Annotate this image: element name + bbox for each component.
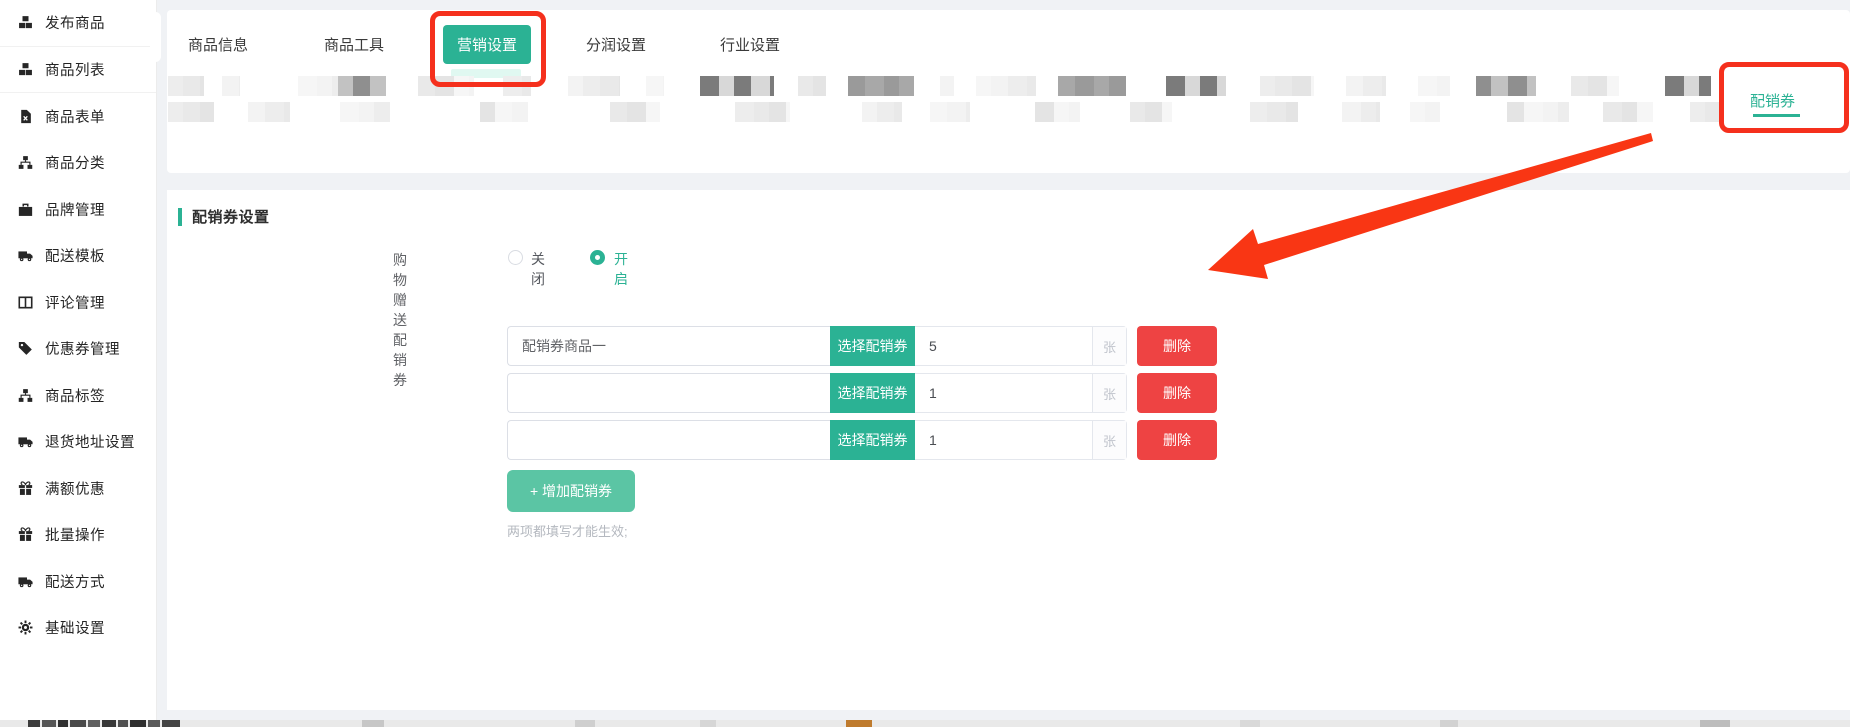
sidebar-item-review-management[interactable]: 评论管理 (0, 279, 156, 326)
tab-product-info[interactable]: 商品信息 (188, 34, 248, 55)
sidebar-item-full-discount[interactable]: 满额优惠 (0, 465, 156, 512)
qty-unit-label: 张 (1092, 327, 1126, 365)
tab-marketing-settings-active[interactable]: 营销设置 (443, 25, 531, 64)
columns-icon (17, 294, 33, 310)
sidebar-item-brand-management[interactable]: 品牌管理 (0, 186, 156, 233)
truck-icon (17, 573, 33, 589)
add-coupon-button[interactable]: + 增加配销券 (507, 470, 635, 512)
cubes-icon (17, 15, 33, 31)
gear-icon (17, 620, 33, 636)
radio-on-label[interactable]: 开启 (614, 249, 628, 289)
gift-icon (17, 480, 33, 496)
coupon-row-1: 选择配销券 张 删除 (507, 326, 1217, 366)
sidebar-item-label: 品牌管理 (45, 199, 105, 220)
sidebar-item-label: 批量操作 (45, 524, 105, 545)
coupon-row-3: 选择配销券 张 删除 (507, 420, 1217, 460)
sidebar-item-delivery-template[interactable]: 配送模板 (0, 233, 156, 280)
coupon-product-input[interactable] (507, 326, 830, 366)
coupon-row-2: 选择配销券 张 删除 (507, 373, 1217, 413)
sidebar-item-return-address[interactable]: 退货地址设置 (0, 419, 156, 466)
subtab-active-underline (1753, 114, 1800, 117)
cubes-icon (17, 61, 33, 77)
coupon-product-input[interactable] (507, 420, 830, 460)
delete-coupon-button[interactable]: 删除 (1137, 373, 1217, 413)
coupon-qty-input[interactable] (915, 421, 1092, 459)
delete-coupon-button[interactable]: 删除 (1137, 420, 1217, 460)
file-excel-icon (17, 108, 33, 124)
coupon-settings-panel: 配销券设置 购物赠送配销券 关闭 开启 选择配销券 张 删除 选择配销券 张 (167, 190, 1850, 710)
sidebar-item-product-form[interactable]: 商品表单 (0, 93, 156, 140)
sidebar-item-label: 商品标签 (45, 385, 105, 406)
sidebar-item-label: 商品分类 (45, 152, 105, 173)
tags-icon (17, 341, 33, 357)
quantity-field: 张 (915, 373, 1127, 413)
sidebar-scrollbar-thumb[interactable] (150, 12, 161, 62)
sidebar-item-product-list[interactable]: 商品列表 (0, 47, 156, 94)
quantity-field: 张 (915, 420, 1127, 460)
redacted-subtabs-row-2 (167, 102, 1850, 122)
sidebar: 发布商品 商品列表 商品表单 商品分类 品牌管理 配送模板 评论管理 优惠券管理… (0, 0, 157, 720)
app-window: 发布商品 商品列表 商品表单 商品分类 品牌管理 配送模板 评论管理 优惠券管理… (0, 0, 1850, 727)
truck-icon (17, 434, 33, 450)
sidebar-item-publish-product[interactable]: 发布商品 (0, 0, 156, 47)
sidebar-item-product-category[interactable]: 商品分类 (0, 140, 156, 187)
sidebar-item-label: 商品列表 (45, 59, 105, 80)
section-title: 配销券设置 (192, 206, 270, 227)
radio-off[interactable] (508, 250, 523, 265)
sidebar-item-label: 优惠券管理 (45, 338, 120, 359)
sidebar-item-label: 商品表单 (45, 106, 105, 127)
tab-product-tools[interactable]: 商品工具 (324, 34, 384, 55)
sidebar-item-coupon-management[interactable]: 优惠券管理 (0, 326, 156, 373)
select-coupon-button[interactable]: 选择配销券 (830, 373, 915, 413)
coupon-qty-input[interactable] (915, 374, 1092, 412)
sidebar-item-product-tags[interactable]: 商品标签 (0, 372, 156, 419)
sidebar-item-label: 基础设置 (45, 617, 105, 638)
qty-unit-label: 张 (1092, 421, 1126, 459)
radio-off-label[interactable]: 关闭 (531, 249, 545, 289)
tab-profit-settings[interactable]: 分润设置 (586, 34, 646, 55)
tab-industry-settings[interactable]: 行业设置 (720, 34, 780, 55)
gift-coupon-label: 购物赠送配销券 (393, 250, 407, 390)
coupon-product-input[interactable] (507, 373, 830, 413)
section-accent-bar (178, 208, 182, 226)
sidebar-item-label: 配送方式 (45, 571, 105, 592)
sidebar-item-batch-operation[interactable]: 批量操作 (0, 512, 156, 559)
quantity-field: 张 (915, 326, 1127, 366)
truck-icon (17, 248, 33, 264)
form-hint-text: 两项都填写才能生效; (507, 521, 628, 540)
select-coupon-button[interactable]: 选择配销券 (830, 420, 915, 460)
redacted-bottom-bar (0, 720, 1850, 727)
sitemap-icon (17, 387, 33, 403)
sidebar-item-label: 退货地址设置 (45, 431, 135, 452)
sitemap-icon (17, 155, 33, 171)
sidebar-item-label: 满额优惠 (45, 478, 105, 499)
sidebar-item-basic-settings[interactable]: 基础设置 (0, 605, 156, 652)
coupon-qty-input[interactable] (915, 327, 1092, 365)
section-header: 配销券设置 (178, 206, 270, 227)
sidebar-item-label: 发布商品 (45, 12, 105, 33)
briefcase-icon (17, 201, 33, 217)
subtab-distribution-coupon[interactable]: 配销券 (1750, 90, 1795, 111)
redacted-subtabs-row-1 (167, 76, 1850, 96)
sidebar-item-label: 评论管理 (45, 292, 105, 313)
sidebar-item-label: 配送模板 (45, 245, 105, 266)
qty-unit-label: 张 (1092, 374, 1126, 412)
gift-icon (17, 527, 33, 543)
sidebar-item-delivery-method[interactable]: 配送方式 (0, 558, 156, 605)
radio-on-selected[interactable] (590, 250, 605, 265)
select-coupon-button[interactable]: 选择配销券 (830, 326, 915, 366)
tabs-panel: 商品信息 商品工具 营销设置 分润设置 行业设置 配销券 (167, 10, 1850, 173)
delete-coupon-button[interactable]: 删除 (1137, 326, 1217, 366)
